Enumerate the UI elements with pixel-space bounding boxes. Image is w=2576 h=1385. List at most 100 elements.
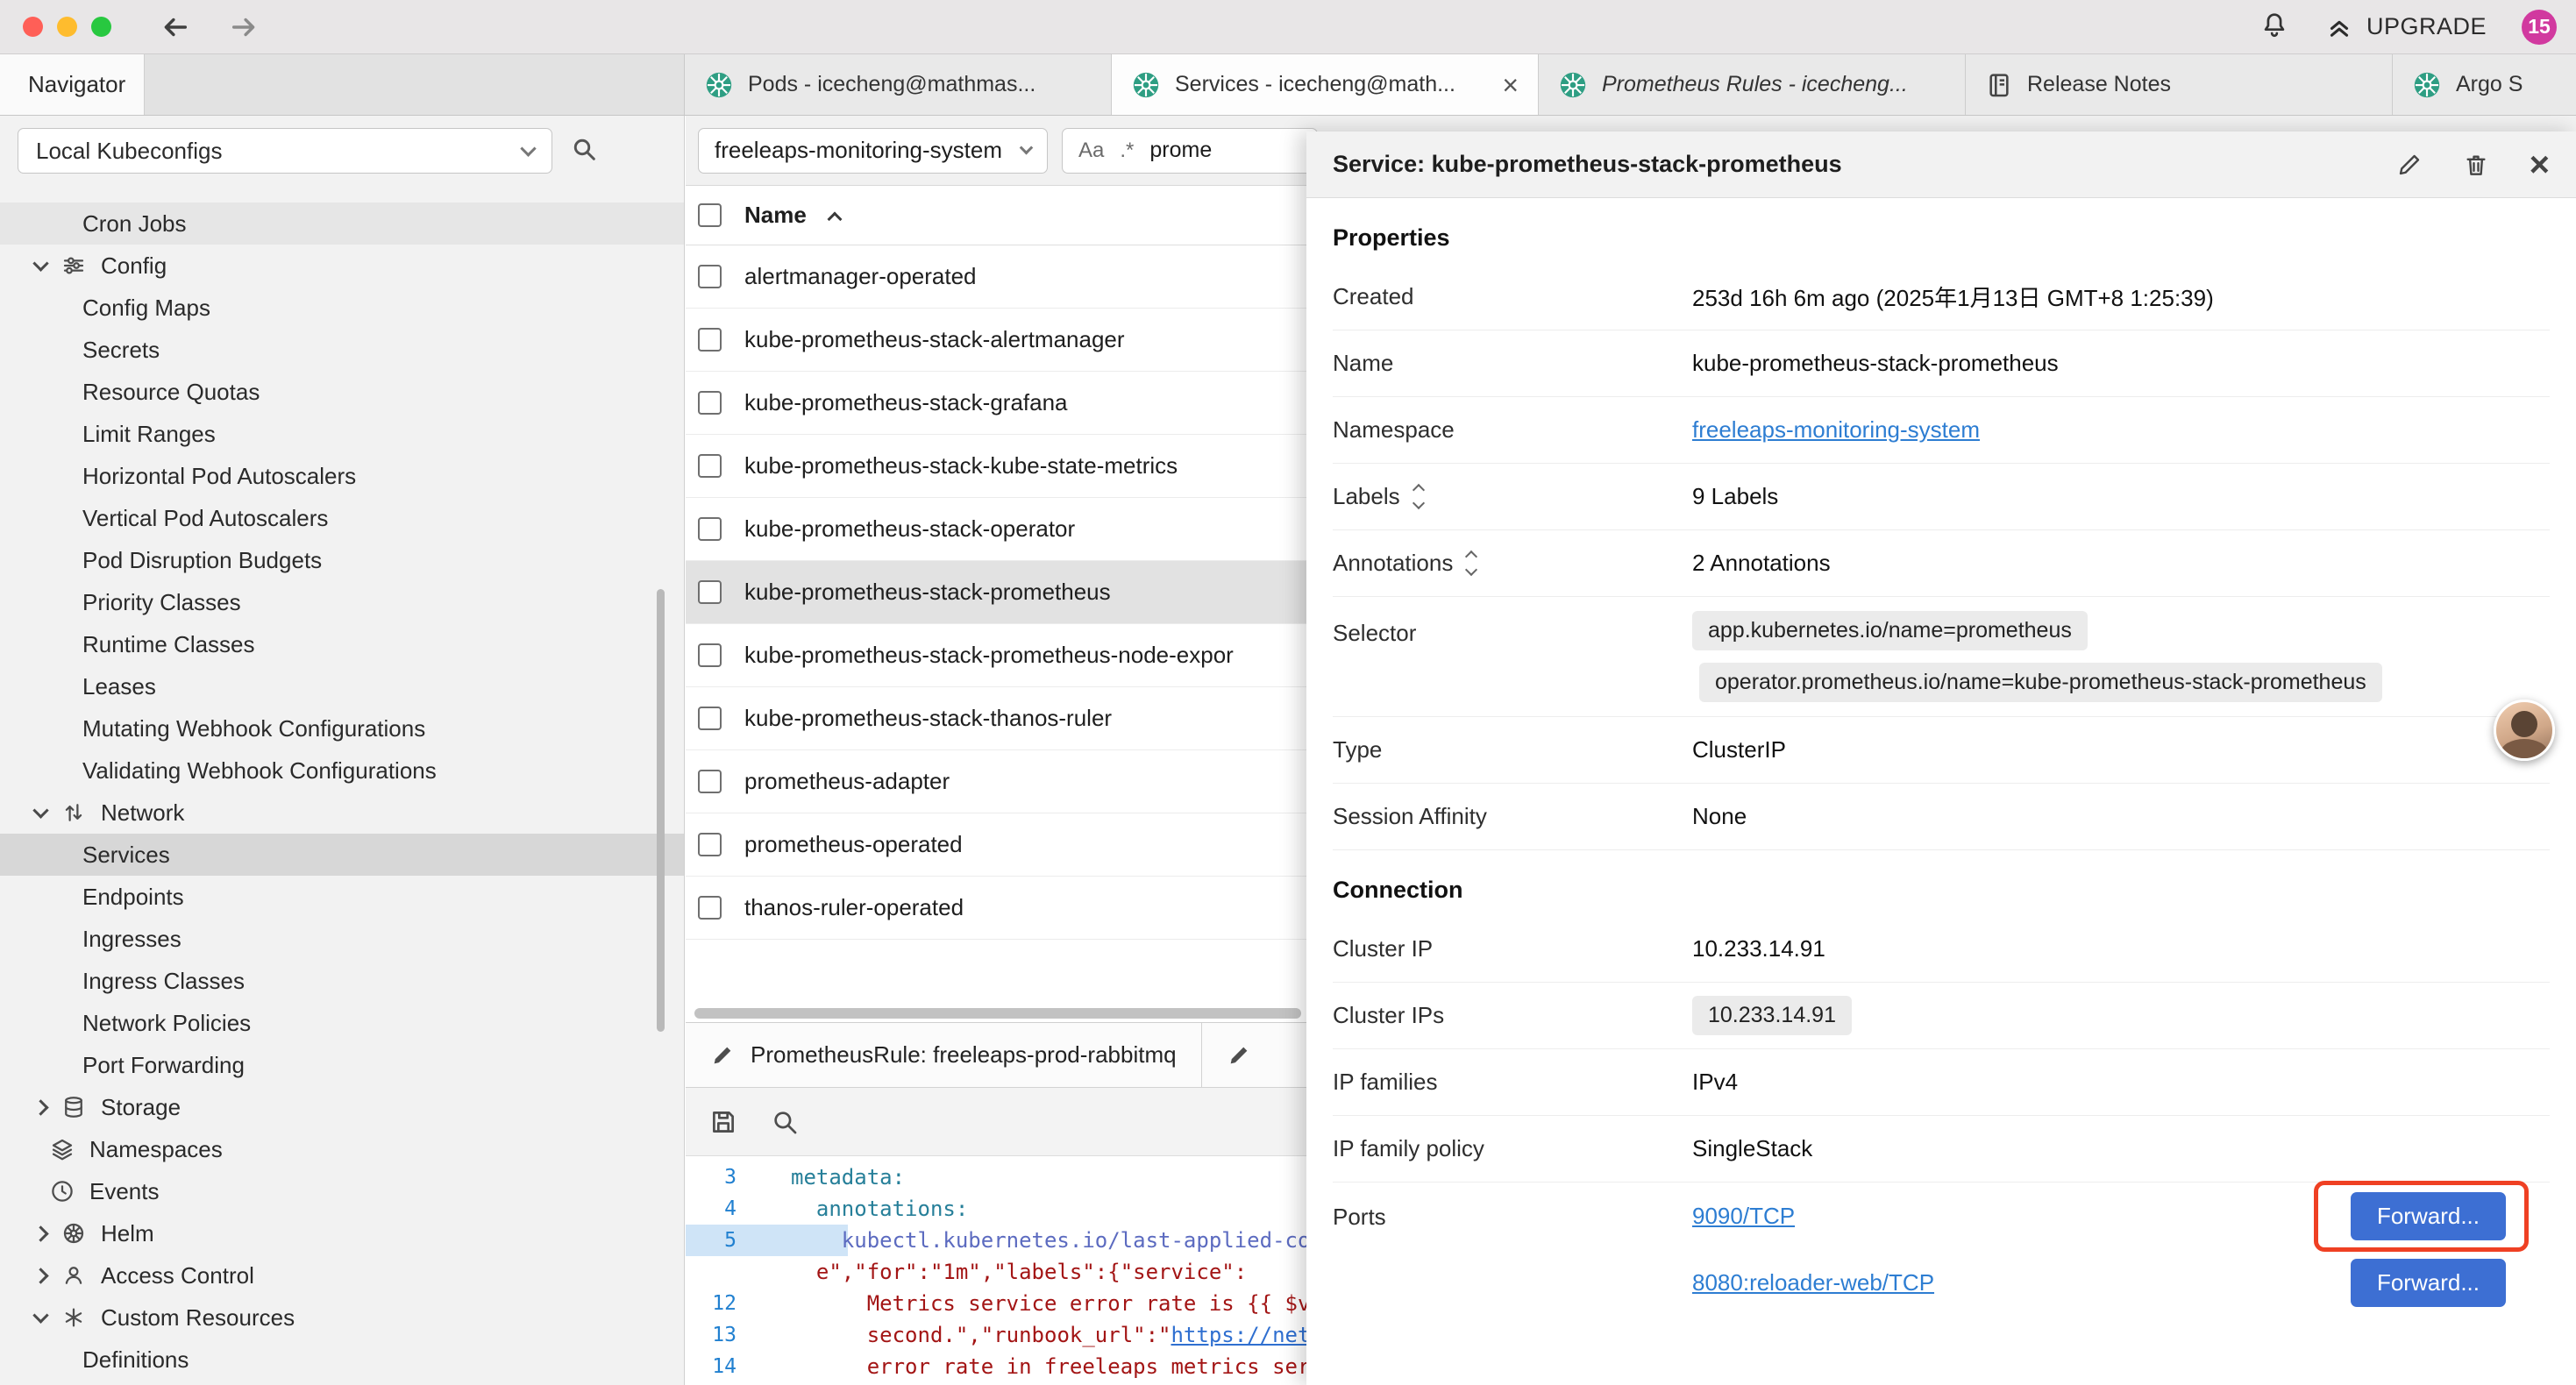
row-checkbox[interactable] xyxy=(698,770,722,793)
sidebar-item-events[interactable]: Events xyxy=(0,1170,684,1212)
sidebar-item-label: Ingress Classes xyxy=(82,968,245,995)
port-link-8080[interactable]: 8080:reloader-web/TCP xyxy=(1692,1269,1934,1296)
sidebar-item-network-policies[interactable]: Network Policies xyxy=(0,1002,684,1044)
sidebar-item-namespaces[interactable]: Namespaces xyxy=(0,1128,684,1170)
notifications-bell-icon[interactable] xyxy=(2259,10,2289,44)
close-tab-icon[interactable]: × xyxy=(1502,71,1519,99)
row-checkbox[interactable] xyxy=(698,580,722,604)
back-arrow-icon[interactable] xyxy=(160,12,190,42)
sidebar-item-label: Priority Classes xyxy=(82,589,241,616)
access-control-icon xyxy=(60,1262,87,1289)
sidebar-item-label: Secrets xyxy=(82,337,160,364)
zoom-window-button[interactable] xyxy=(91,17,111,37)
tab-pods[interactable]: Pods - icecheng@mathmas... xyxy=(685,54,1112,115)
forward-arrow-icon[interactable] xyxy=(229,12,259,42)
sidebar-group-storage[interactable]: Storage xyxy=(0,1086,684,1128)
save-icon[interactable] xyxy=(708,1107,738,1137)
row-checkbox[interactable] xyxy=(698,265,722,288)
search-icon[interactable] xyxy=(770,1107,800,1137)
row-checkbox[interactable] xyxy=(698,517,722,541)
port-link-9090[interactable]: 9090/TCP xyxy=(1692,1203,1795,1230)
tab-argo[interactable]: Argo S xyxy=(2393,54,2576,115)
sidebar-item-runtime-classes[interactable]: Runtime Classes xyxy=(0,623,684,665)
delete-trash-icon[interactable] xyxy=(2463,152,2489,178)
sidebar-item-cron-jobs[interactable]: Cron Jobs xyxy=(0,202,684,245)
row-checkbox[interactable] xyxy=(698,643,722,667)
sidebar-item-config-maps[interactable]: Config Maps xyxy=(0,287,684,329)
sidebar-group-helm[interactable]: Helm xyxy=(0,1212,684,1254)
labels-count[interactable]: 9 Labels xyxy=(1692,483,2550,510)
sidebar-item-horizontal-pod-autoscalers[interactable]: Horizontal Pod Autoscalers xyxy=(0,455,684,497)
forward-button[interactable]: Forward... xyxy=(2351,1259,2506,1307)
sidebar-item-definitions[interactable]: Definitions xyxy=(0,1339,684,1381)
match-case-icon[interactable]: Aa xyxy=(1078,138,1104,163)
sidebar-item-services[interactable]: Services xyxy=(0,834,684,876)
sidebar-item-label: Ingresses xyxy=(82,926,181,953)
port-entry: 9090/TCP Forward... xyxy=(1692,1183,2550,1249)
row-checkbox[interactable] xyxy=(698,896,722,920)
row-checkbox[interactable] xyxy=(698,833,722,856)
sidebar-item-label: Resource Quotas xyxy=(82,379,260,406)
avatar-body xyxy=(2501,739,2548,761)
edit-pencil-icon[interactable] xyxy=(2396,152,2423,178)
sidebar-item-secrets[interactable]: Secrets xyxy=(0,329,684,371)
close-window-button[interactable] xyxy=(23,17,43,37)
regex-icon[interactable]: .* xyxy=(1120,138,1134,163)
tab-prometheus-rules[interactable]: Prometheus Rules - icecheng... xyxy=(1539,54,1966,115)
notification-count-badge[interactable]: 15 xyxy=(2522,10,2557,45)
kubeconfig-selector[interactable]: Local Kubeconfigs xyxy=(18,128,552,174)
detail-row-cluster-ips: Cluster IPs 10.233.14.91 xyxy=(1333,983,2550,1049)
storage-icon xyxy=(60,1094,87,1120)
sidebar-item-label: Cron Jobs xyxy=(82,210,187,238)
sidebar-item-mutating-webhook-configurations[interactable]: Mutating Webhook Configurations xyxy=(0,707,684,749)
sidebar-scrollbar[interactable] xyxy=(657,589,665,1032)
forward-button[interactable]: Forward... xyxy=(2351,1192,2506,1240)
tab-label: Argo S xyxy=(2456,72,2523,97)
row-checkbox[interactable] xyxy=(698,707,722,730)
namespace-link[interactable]: freeleaps-monitoring-system xyxy=(1692,416,1980,443)
service-name: prometheus-adapter xyxy=(744,768,950,795)
row-checkbox[interactable] xyxy=(698,454,722,478)
sidebar-item-priority-classes[interactable]: Priority Classes xyxy=(0,581,684,623)
row-checkbox[interactable] xyxy=(698,328,722,352)
sidebar-search-icon[interactable] xyxy=(570,135,598,167)
sidebar-group-access-control[interactable]: Access Control xyxy=(0,1254,684,1296)
sort-ascending-icon[interactable] xyxy=(827,211,842,226)
sidebar-item-resource-quotas[interactable]: Resource Quotas xyxy=(0,371,684,413)
name-column-header[interactable]: Name xyxy=(744,202,807,229)
sidebar-item-leases[interactable]: Leases xyxy=(0,665,684,707)
upgrade-button[interactable]: UPGRADE xyxy=(2324,12,2487,42)
user-avatar[interactable] xyxy=(2494,700,2555,761)
horizontal-scrollbar[interactable] xyxy=(694,1008,1301,1019)
close-drawer-icon[interactable]: × xyxy=(2530,147,2550,182)
selector-badge: app.kubernetes.io/name=prometheus xyxy=(1692,611,2088,650)
namespace-filter-select[interactable]: freeleaps-monitoring-system xyxy=(698,128,1048,174)
table-search-input[interactable]: Aa .* prome xyxy=(1062,128,1318,174)
expand-collapse-icon[interactable] xyxy=(1467,552,1476,574)
sidebar-item-vertical-pod-autoscalers[interactable]: Vertical Pod Autoscalers xyxy=(0,497,684,539)
sidebar-item-label: Namespaces xyxy=(89,1136,223,1163)
sidebar-item-label: Network Policies xyxy=(82,1010,251,1037)
sidebar-item-label: Validating Webhook Configurations xyxy=(82,757,437,785)
sidebar-item-limit-ranges[interactable]: Limit Ranges xyxy=(0,413,684,455)
sidebar-item-port-forwarding[interactable]: Port Forwarding xyxy=(0,1044,684,1086)
navigator-panel-tab[interactable]: Navigator xyxy=(0,54,145,115)
sidebar-item-ingresses[interactable]: Ingresses xyxy=(0,918,684,960)
row-checkbox[interactable] xyxy=(698,391,722,415)
dock-tab-prometheusrule[interactable]: PrometheusRule: freeleaps-prod-rabbitmq xyxy=(686,1023,1202,1087)
sidebar-group-custom-resources[interactable]: Custom Resources xyxy=(0,1296,684,1339)
sidebar-item-ingress-classes[interactable]: Ingress Classes xyxy=(0,960,684,1002)
sidebar-item-pod-disruption-budgets[interactable]: Pod Disruption Budgets xyxy=(0,539,684,581)
minimize-window-button[interactable] xyxy=(57,17,77,37)
expand-collapse-icon[interactable] xyxy=(1414,486,1423,508)
detail-label: Cluster IP xyxy=(1333,935,1692,962)
sidebar-item-endpoints[interactable]: Endpoints xyxy=(0,876,684,918)
annotations-count[interactable]: 2 Annotations xyxy=(1692,550,2550,577)
tab-release-notes[interactable]: Release Notes xyxy=(1966,54,2393,115)
select-all-checkbox[interactable] xyxy=(698,203,722,227)
sidebar-group-network[interactable]: Network xyxy=(0,792,684,834)
line-number: 4 xyxy=(686,1193,756,1225)
tab-services[interactable]: Services - icecheng@math... × xyxy=(1112,54,1539,115)
sidebar-group-config[interactable]: Config xyxy=(0,245,684,287)
sidebar-item-validating-webhook-configurations[interactable]: Validating Webhook Configurations xyxy=(0,749,684,792)
